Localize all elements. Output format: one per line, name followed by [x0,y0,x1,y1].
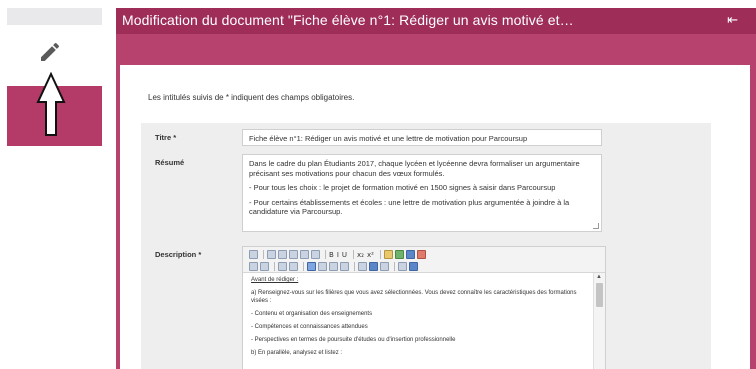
editor-toolbar: B I U x₂ x² [243,247,605,273]
align-left-icon[interactable] [307,262,316,271]
summary-label: Résumé [155,158,185,167]
edit-document-panel: Modification du document "Fiche élève n°… [116,8,756,369]
editor-line: a) Renseignez-vous sur les filières que … [251,290,577,304]
scroll-up-icon[interactable]: ▲ [596,274,602,280]
paste-icon[interactable] [289,250,298,259]
title-label: Titre * [155,133,177,142]
description-label: Description * [155,250,202,259]
title-input[interactable]: Fiche élève n°1: Rédiger un avis motivé … [242,129,602,146]
link-icon[interactable] [369,262,378,271]
editor-line: - Compétences et connaissances attendues [251,324,368,330]
toolbar-separator [303,262,304,271]
toolbar-separator [263,250,264,259]
editor-line: - Contenu et organisation des enseigneme… [251,311,373,317]
toolbar-row: B I U x₂ x² [249,249,428,260]
unlink-icon[interactable] [380,262,389,271]
textarea-resize-handle[interactable] [593,223,599,229]
format-icon[interactable] [409,262,418,271]
copy-icon[interactable] [278,250,287,259]
italic-icon[interactable]: I [337,251,339,259]
summary-paragraph: Dans le cadre du plan Étudiants 2017, ch… [249,159,580,178]
toolbar-separator [394,262,395,271]
required-fields-notice: Les intitulés suivis de * indiquent des … [148,93,355,102]
toolbar-row [249,261,420,272]
edit-pencil-icon[interactable] [38,40,62,64]
align-justify-icon[interactable] [340,262,349,271]
summary-paragraph: - Pour certains établissements et écoles… [249,197,570,217]
summary-textarea[interactable]: Dans le cadre du plan Étudiants 2017, ch… [242,154,602,232]
superscript-icon[interactable]: x² [367,251,374,259]
panel-title: Modification du document "Fiche élève n°… [122,12,574,28]
paste-text-icon[interactable] [300,250,309,259]
bold-icon[interactable]: B [329,251,334,259]
summary-paragraph: - Pour tous les choix : le projet de for… [249,183,556,192]
table-icon[interactable] [394,250,404,259]
scrollbar-thumb[interactable] [596,283,603,307]
toolbar-separator [379,250,381,259]
left-panel-top [7,8,102,25]
editor-scrollbar[interactable]: ▲ [593,273,605,369]
collapse-panel-icon[interactable]: ⇤ [727,12,738,28]
toolbar-separator [353,250,355,259]
text-color-icon[interactable] [398,262,407,271]
outdent-icon[interactable] [278,262,287,271]
toolbar-separator [354,262,355,271]
underline-icon[interactable]: U [342,251,347,259]
toolbar-separator [274,262,275,271]
panel-titlebar: Modification du document "Fiche élève n°… [116,8,756,34]
bullet-list-icon[interactable] [260,262,269,271]
media-icon[interactable] [405,250,415,259]
numbered-list-icon[interactable] [249,262,258,271]
anchor-icon[interactable] [358,262,367,271]
document-form: Titre * Fiche élève n°1: Rédiger un avis… [141,123,711,369]
paste-word-icon[interactable] [311,250,320,259]
description-rich-text-editor[interactable]: B I U x₂ x² Avant de rédiger: a) Rensei… [242,246,606,369]
toolbar-separator [325,250,326,259]
align-right-icon[interactable] [329,262,338,271]
editor-line: b) En parallèle, analysez et listez : [251,350,343,356]
cut-icon[interactable] [267,250,276,259]
image-icon[interactable] [383,250,393,259]
indent-icon[interactable] [289,262,298,271]
editor-line: - Perspectives en termes de poursuite d'… [251,337,456,343]
source-icon[interactable] [249,250,258,259]
editor-line: Avant de rédiger : [251,277,299,283]
special-char-icon[interactable] [416,250,426,259]
editor-content[interactable]: Avant de rédiger : a) Renseignez-vous su… [243,273,593,369]
panel-content: Les intitulés suivis de * indiquent des … [120,65,750,369]
align-center-icon[interactable] [318,262,327,271]
subscript-icon[interactable]: x₂ [357,251,364,259]
up-arrow-icon [36,72,66,136]
